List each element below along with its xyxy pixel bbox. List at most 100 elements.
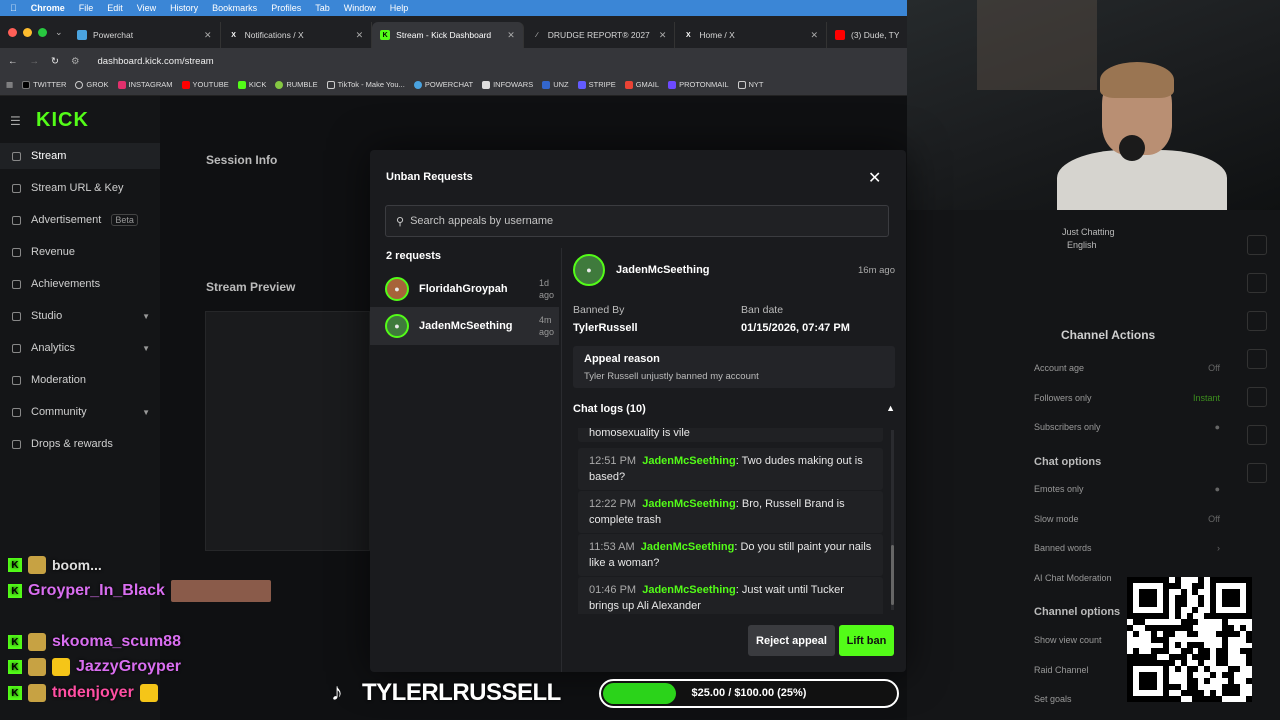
kick-badge-icon: K [8, 558, 22, 572]
chat-log-user[interactable]: JadenMcSeething [641, 541, 735, 553]
setting-banned-words[interactable]: Banned words › [1034, 543, 1220, 553]
tab-youtube[interactable]: (3) Dude, TY [827, 22, 907, 48]
menu-chrome[interactable]: Chrome [31, 3, 65, 13]
close-icon[interactable]: ✕ [868, 168, 881, 188]
bookmark-grok[interactable]: GROK [75, 80, 109, 89]
search-input[interactable] [410, 215, 888, 227]
bookmark-stripe[interactable]: STRIPE [577, 80, 616, 89]
menu-edit[interactable]: Edit [107, 3, 123, 13]
menu-profiles[interactable]: Profiles [271, 3, 301, 13]
sidebar-item-community[interactable]: Community ▼ [0, 399, 160, 425]
sidebar-item-achievements[interactable]: Achievements [0, 271, 160, 297]
setting-followers-only[interactable]: Followers only Instant [1034, 393, 1220, 403]
panel-icon[interactable] [1247, 311, 1267, 331]
request-item-jadenmcseething[interactable]: ● JadenMcSeething 4m ago [370, 307, 559, 345]
toggle-icon[interactable]: ● [1215, 484, 1220, 494]
bookmark-unz[interactable]: UNZ [542, 80, 569, 89]
panel-icon[interactable] [1247, 387, 1267, 407]
close-icon[interactable]: ✕ [356, 30, 364, 41]
tab-kick-dashboard[interactable]: K Stream - Kick Dashboard ✕ [372, 22, 524, 48]
menu-window[interactable]: Window [344, 3, 376, 13]
bookmark-youtube[interactable]: YOUTUBE [181, 80, 229, 89]
trophy-icon [12, 279, 21, 289]
kick-logo[interactable]: KICK [36, 109, 89, 132]
toggle-icon[interactable]: ● [1215, 422, 1220, 432]
panel-icon[interactable] [1247, 273, 1267, 293]
chat-log-message: homosexuality is vile [589, 428, 690, 439]
sidebar-item-stream[interactable]: Stream [0, 143, 160, 169]
tab-notifications[interactable]: X Notifications / X ✕ [221, 22, 373, 48]
close-icon[interactable]: ✕ [204, 30, 212, 41]
menu-view[interactable]: View [137, 3, 156, 13]
setting-emotes-only[interactable]: Emotes only ● [1034, 484, 1220, 494]
apple-icon[interactable]:  [10, 3, 17, 13]
tab-label: Notifications / X [244, 30, 304, 40]
chat-logs-scrollbar[interactable] [891, 430, 894, 610]
bookmark-tiktok[interactable]: TikTok - Make You... [326, 80, 405, 89]
qr-cell [1180, 600, 1187, 607]
panel-icon[interactable] [1247, 425, 1267, 445]
tab-home-x[interactable]: X Home / X ✕ [675, 22, 827, 48]
chat-log-item: homosexuality is vile [578, 428, 883, 442]
instagram-icon [117, 80, 126, 89]
chat-logs-toggle[interactable]: Chat logs (10) ▲ [573, 403, 895, 415]
qr-cell [1150, 684, 1157, 691]
close-icon[interactable]: ✕ [810, 30, 818, 41]
bookmark-gmail[interactable]: GMAIL [624, 80, 659, 89]
sidebar-item-moderation[interactable]: Moderation [0, 367, 160, 393]
scrollbar-thumb[interactable] [891, 545, 894, 605]
request-username: JadenMcSeething [419, 320, 513, 332]
sidebar-item-analytics[interactable]: Analytics ▼ [0, 335, 160, 361]
close-icon[interactable]: ✕ [659, 30, 667, 41]
menu-history[interactable]: History [170, 3, 198, 13]
menu-help[interactable]: Help [390, 3, 409, 13]
bookmark-infowars[interactable]: INFOWARS [482, 80, 533, 89]
close-window-button[interactable] [8, 27, 17, 37]
bookmark-kick[interactable]: KICK [237, 80, 266, 89]
sidebar-item-advertisement[interactable]: Advertisement Beta [0, 207, 160, 233]
menu-icon[interactable]: ☰ [10, 114, 21, 128]
menu-bookmarks[interactable]: Bookmarks [212, 3, 257, 13]
maximize-window-button[interactable] [38, 27, 47, 37]
chat-log-user[interactable]: JadenMcSeething [642, 455, 736, 467]
qr-cell [1150, 600, 1157, 607]
bookmark-powerchat[interactable]: POWERCHAT [413, 80, 473, 89]
setting-value: Instant [1192, 393, 1220, 403]
sidebar-item-studio[interactable]: Studio ▼ [0, 303, 160, 329]
close-icon[interactable]: ✕ [507, 30, 515, 41]
panel-icon[interactable] [1247, 235, 1267, 255]
url-field[interactable]: dashboard.kick.com/stream [98, 56, 214, 67]
chat-log-user[interactable]: JadenMcSeething [642, 498, 736, 510]
request-item-floridahgroypah[interactable]: ● FloridahGroypah 1d ago [370, 270, 559, 308]
bookmark-instagram[interactable]: INSTAGRAM [117, 80, 173, 89]
tab-search-icon[interactable]: ⌄ [55, 27, 69, 38]
lift-ban-button[interactable]: Lift ban [839, 625, 894, 656]
setting-slow-mode[interactable]: Slow mode Off [1034, 514, 1220, 524]
menu-tab[interactable]: Tab [315, 3, 330, 13]
apps-grid-icon[interactable]: ▦ [6, 80, 13, 89]
tab-label: Powerchat [92, 30, 134, 40]
bookmark-twitter[interactable]: TWITTER [22, 80, 66, 89]
site-info-icon[interactable]: ⚙ [71, 56, 80, 67]
sidebar-item-drops[interactable]: Drops & rewards [0, 431, 160, 457]
menu-file[interactable]: File [79, 3, 94, 13]
tab-drudge[interactable]: ∕ DRUDGE REPORT® 2027 ✕ [524, 22, 676, 48]
chat-log-user[interactable]: JadenMcSeething [642, 584, 736, 596]
forward-icon[interactable]: → [30, 56, 40, 67]
panel-icon[interactable] [1247, 463, 1267, 483]
sidebar-item-stream-url[interactable]: Stream URL & Key [0, 175, 160, 201]
reload-icon[interactable]: ↻ [51, 56, 59, 67]
bookmark-protonmail[interactable]: PROTONMAIL [668, 80, 729, 89]
reject-appeal-button[interactable]: Reject appeal [748, 625, 835, 656]
tab-powerchat[interactable]: Powerchat ✕ [69, 22, 221, 48]
chat-logs-list[interactable]: homosexuality is vile 12:51 PM JadenMcSe… [573, 428, 895, 614]
back-icon[interactable]: ← [8, 56, 18, 67]
panel-icon[interactable] [1247, 349, 1267, 369]
setting-account-age[interactable]: Account age Off [1034, 363, 1220, 373]
minimize-window-button[interactable] [23, 27, 32, 37]
sidebar-item-revenue[interactable]: Revenue [0, 239, 160, 265]
bookmark-rumble[interactable]: RUMBLE [275, 80, 318, 89]
setting-subscribers-only[interactable]: Subscribers only ● [1034, 422, 1220, 432]
emote-icon [28, 658, 46, 676]
bookmark-nyt[interactable]: NYT [737, 80, 764, 89]
